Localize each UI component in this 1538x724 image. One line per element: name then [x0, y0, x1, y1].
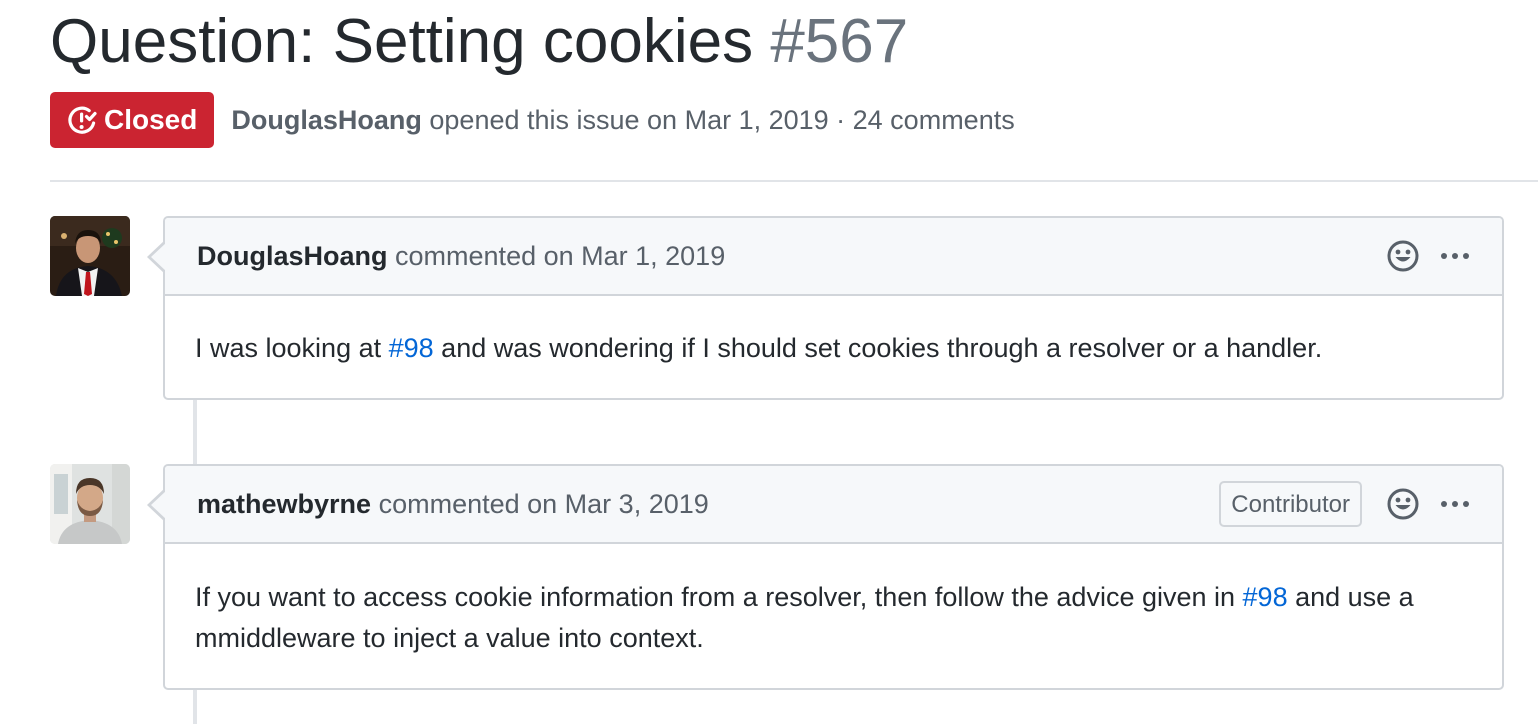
- add-reaction-button[interactable]: [1386, 239, 1420, 273]
- smiley-icon: [1387, 240, 1419, 272]
- comment-box: mathewbyrne commented on Mar 3, 2019 Con…: [147, 464, 1504, 690]
- issue-number: #567: [770, 7, 909, 76]
- smiley-icon: [1387, 488, 1419, 520]
- kebab-horizontal-icon: [1441, 501, 1469, 507]
- comment-author-link[interactable]: mathewbyrne: [197, 489, 371, 519]
- comment-box: DouglasHoang commented on Mar 1, 2019 I …: [147, 216, 1504, 400]
- comment-author-avatar[interactable]: [50, 216, 130, 296]
- issue-reference-link[interactable]: #98: [389, 333, 434, 363]
- comment-body: I was looking at #98 and was wondering i…: [165, 296, 1502, 369]
- comment-author-link[interactable]: DouglasHoang: [197, 241, 388, 271]
- comment-header-text: DouglasHoang commented on Mar 1, 2019: [197, 241, 1386, 272]
- avatar-photo-mathewbyrne: [50, 464, 130, 544]
- issue-author-link[interactable]: DouglasHoang: [231, 105, 422, 135]
- issue-reference-link[interactable]: #98: [1243, 582, 1288, 612]
- comment-timestamp[interactable]: commented on Mar 1, 2019: [395, 241, 725, 271]
- add-reaction-button[interactable]: [1386, 487, 1420, 521]
- comment-author-avatar[interactable]: [50, 464, 130, 544]
- issue-title-heading: Question: Setting cookies #567: [50, 4, 908, 80]
- header-divider: [50, 180, 1538, 182]
- state-badge: Closed: [50, 92, 215, 148]
- comment-text: and was wondering if I should set cookie…: [433, 333, 1323, 363]
- issue-opened-text: opened this issue on Mar 1, 2019 · 24 co…: [429, 104, 1015, 135]
- comment-header-text: mathewbyrne commented on Mar 3, 2019: [197, 489, 1219, 520]
- comment-body: If you want to access cookie information…: [165, 544, 1502, 659]
- comment-text: If you want to access cookie information…: [195, 582, 1243, 612]
- comment-timestamp[interactable]: commented on Mar 3, 2019: [379, 489, 709, 519]
- issue-meta: Closed DouglasHoang opened this issue on…: [50, 92, 1015, 148]
- kebab-horizontal-icon: [1441, 253, 1469, 259]
- comment-options-button[interactable]: [1440, 499, 1470, 509]
- issue-opened-info: DouglasHoang opened this issue on Mar 1,…: [231, 105, 1014, 136]
- comment-header: DouglasHoang commented on Mar 1, 2019: [165, 218, 1502, 296]
- avatar-photo-douglashoang: [50, 216, 130, 296]
- contributor-label: Contributor: [1219, 481, 1362, 527]
- issue-closed-icon: [68, 106, 97, 134]
- state-label: Closed: [104, 104, 198, 135]
- comment-options-button[interactable]: [1440, 251, 1470, 261]
- comment-header: mathewbyrne commented on Mar 3, 2019 Con…: [165, 466, 1502, 544]
- issue-title: Question: Setting cookies: [50, 7, 754, 76]
- comment-text: I was looking at: [195, 333, 389, 363]
